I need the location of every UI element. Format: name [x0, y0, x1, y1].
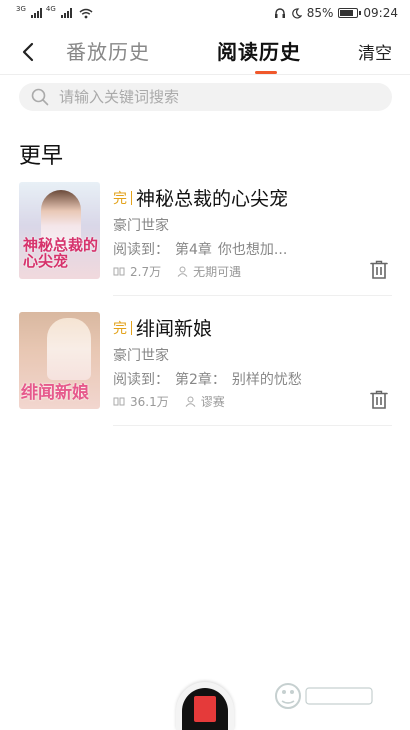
progress-label: 阅读到：	[113, 372, 169, 388]
book-meta: 2.7万 无期可遇	[113, 263, 241, 280]
book-meta: 36.1万 谬赛	[113, 393, 225, 410]
book-cover[interactable]: 神秘总裁的心尖宠	[19, 182, 100, 279]
cover-title: 绯闻新娘	[21, 383, 89, 403]
item-divider	[113, 295, 392, 296]
status-left: 3G 4G	[16, 5, 93, 19]
author-name: 谬赛	[200, 395, 225, 409]
tag-separator	[131, 320, 132, 335]
moon-icon	[292, 7, 302, 18]
book-list-item[interactable]: 神秘总裁的心尖宠 完 神秘总裁的心尖宠 豪门世家 阅读到： 第4章 你也想加... …	[19, 182, 392, 302]
reading-progress: 阅读到： 第4章 你也想加...	[113, 239, 287, 259]
watermark-logo	[275, 683, 373, 709]
signal-icon	[60, 8, 72, 18]
signal-icon	[30, 8, 42, 18]
section-title: 更早	[19, 144, 64, 169]
progress-chapter-title: 你也想加...	[217, 242, 288, 258]
sim2-label: 4G	[45, 5, 56, 13]
mini-book-icon	[194, 696, 216, 722]
user-icon	[177, 266, 188, 277]
delete-button[interactable]	[368, 258, 390, 282]
title-row: 完 绯闻新娘	[113, 314, 212, 341]
cover-title: 神秘总裁的心尖宠	[23, 236, 99, 270]
tab-play-history[interactable]: 番放历史	[66, 36, 150, 65]
book-title: 绯闻新娘	[136, 318, 213, 340]
book-cover[interactable]: 绯闻新娘	[19, 312, 100, 409]
title-row: 完 神秘总裁的心尖宠	[113, 184, 288, 211]
item-divider	[113, 425, 392, 426]
battery-percent: 85%	[306, 6, 334, 20]
reading-progress: 阅读到： 第2章： 别样的忧愁	[113, 369, 302, 389]
sim1-label: 3G	[16, 5, 26, 13]
search-icon	[31, 88, 49, 106]
headset-icon	[274, 8, 285, 18]
view-count: 36.1万	[130, 395, 169, 409]
view-count: 2.7万	[130, 265, 162, 279]
chevron-left-icon	[22, 42, 34, 62]
battery-icon	[338, 8, 362, 18]
tab-reading-history[interactable]: 阅读历史	[217, 36, 301, 65]
search-bar[interactable]	[19, 83, 392, 111]
tag-separator	[131, 190, 132, 205]
trash-icon	[370, 260, 388, 279]
floating-cover	[182, 688, 228, 730]
header-divider	[0, 74, 410, 75]
header: 番放历史 阅读历史 清空	[0, 30, 410, 74]
author-name: 无期可遇	[193, 265, 242, 279]
completed-tag: 完	[113, 320, 127, 337]
wifi-icon	[79, 8, 93, 18]
book-title: 神秘总裁的心尖宠	[136, 188, 289, 210]
book-open-icon	[113, 267, 125, 276]
cover-figure	[47, 318, 91, 380]
status-time: 09:24	[363, 6, 398, 20]
delete-button[interactable]	[368, 388, 390, 412]
trash-icon	[370, 390, 388, 409]
status-bar: 3G 4G 85% 09:24	[0, 0, 410, 26]
progress-label: 阅读到：	[113, 242, 169, 258]
completed-tag: 完	[113, 190, 127, 207]
clear-button[interactable]: 清空	[358, 39, 392, 64]
user-icon	[185, 396, 196, 407]
book-category: 豪门世家	[113, 348, 169, 364]
book-open-icon	[113, 397, 125, 406]
progress-chapter: 第4章	[175, 242, 212, 258]
book-category: 豪门世家	[113, 218, 169, 234]
status-right: 85% 09:24	[274, 6, 398, 20]
battery-fill	[340, 10, 354, 16]
floating-player-button[interactable]	[176, 682, 234, 730]
search-input[interactable]	[59, 88, 359, 106]
progress-chapter: 第2章：	[175, 372, 226, 388]
progress-chapter-title: 别样的忧愁	[231, 372, 302, 388]
book-list-item[interactable]: 绯闻新娘 完 绯闻新娘 豪门世家 阅读到： 第2章： 别样的忧愁 36.1万 谬赛	[19, 312, 392, 432]
back-button[interactable]	[14, 38, 42, 66]
